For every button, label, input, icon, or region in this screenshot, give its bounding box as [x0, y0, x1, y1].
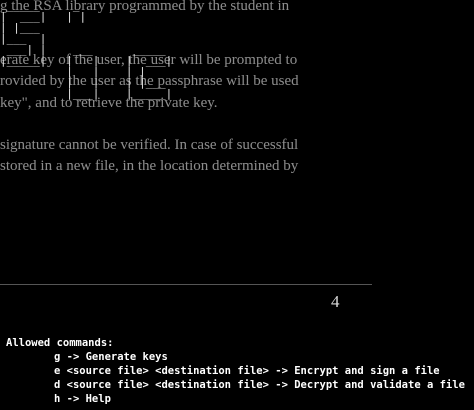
document-line: signature cannot be verified. In case of…: [0, 137, 299, 153]
command-decrypt: d <source file> <destination file> -> De…: [54, 379, 465, 391]
console-header: Allowed commands:: [6, 337, 114, 349]
console-output: Allowed commands: g -> Generate keys e <…: [0, 334, 474, 410]
command-generate: g -> Generate keys: [54, 351, 168, 363]
command-help: h -> Help: [54, 393, 111, 405]
document-line: stored in a new file, in the location de…: [0, 158, 299, 174]
ascii-art-banner: _____ _ | ___| | | | |___ |___ | ___| | …: [0, 0, 173, 100]
background-document: g the RSA library programmed by the stud…: [0, 0, 474, 322]
page-number: 4: [331, 292, 340, 311]
document-divider: [0, 284, 372, 285]
command-encrypt: e <source file> <destination file> -> En…: [54, 365, 440, 377]
